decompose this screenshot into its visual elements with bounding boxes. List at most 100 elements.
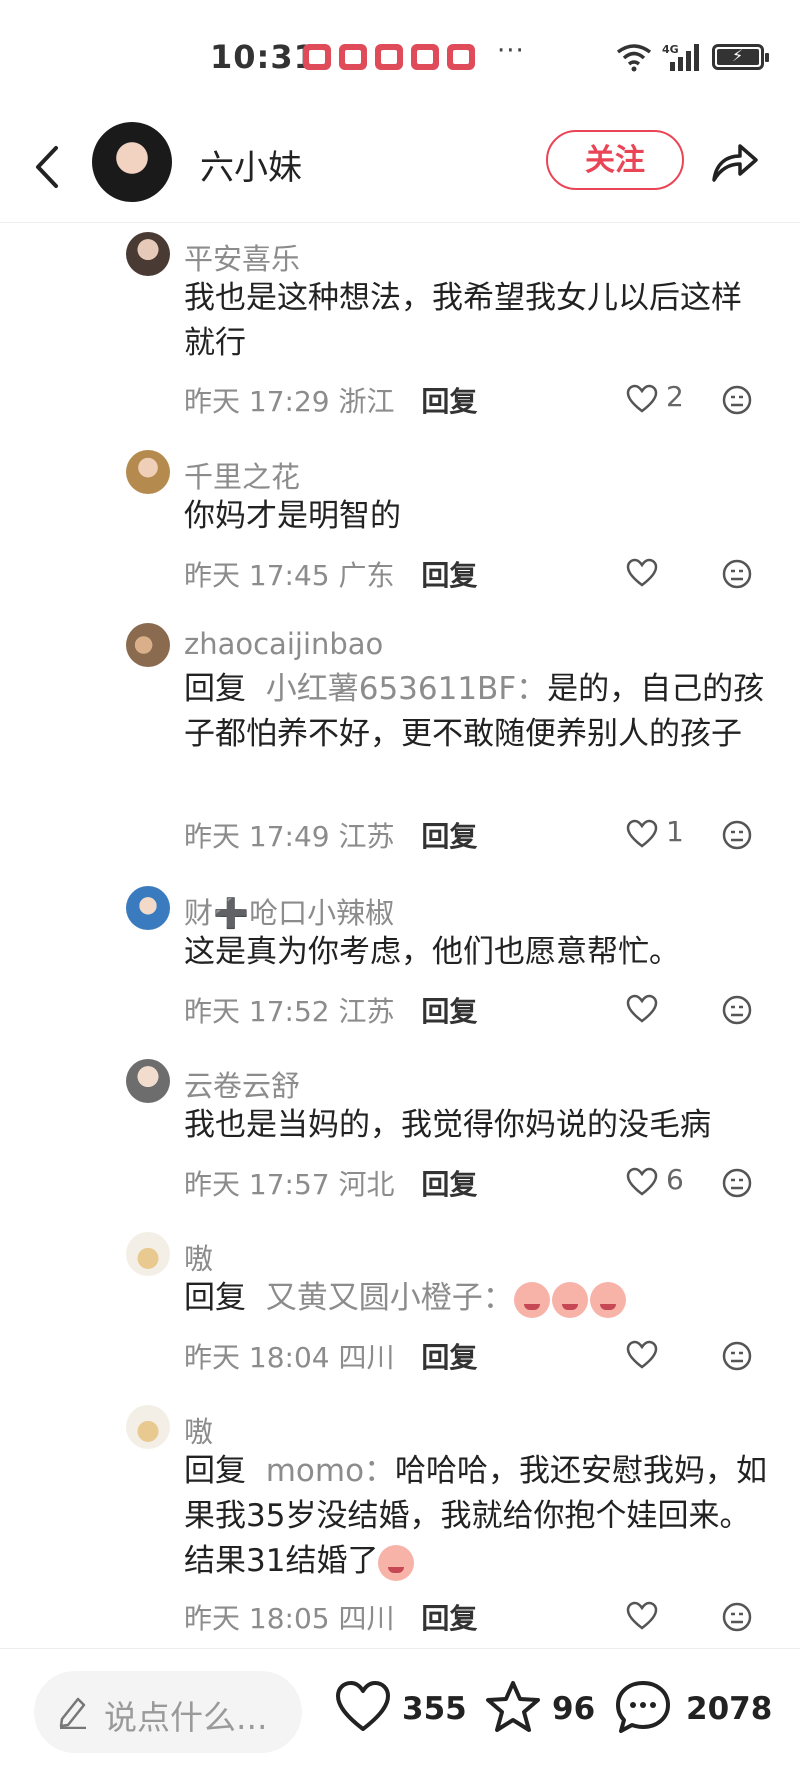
comment-text: 回复 又黄又圆小橙子： (184, 1276, 769, 1321)
heart-icon (626, 558, 658, 587)
notification-icons (303, 44, 475, 70)
comment-time: 昨天 17:29 (184, 385, 330, 418)
comment-meta: 昨天 17:49 江苏 回复 (184, 815, 477, 855)
crying-face-emoji (513, 1281, 550, 1318)
like-button[interactable]: 355 (334, 1679, 467, 1739)
reply-prefix: 回复 (184, 1453, 246, 1489)
commenter-name[interactable]: 财➕呛口小辣椒 (184, 890, 394, 932)
comment-meta: 昨天 18:04 四川 回复 (184, 1336, 477, 1376)
comment-button[interactable]: 2078 (614, 1679, 774, 1739)
comment-like-button[interactable] (626, 990, 706, 1030)
comment-text: 回复 momo：哈哈哈，我还安慰我妈，如果我35岁没结婚，我就给你抱个娃回来。结… (184, 1449, 769, 1584)
collect-count: 96 (552, 1691, 596, 1727)
comment-location: 河北 (338, 1168, 395, 1201)
comment-text: 我也是这种想法，我希望我女儿以后这样就行 (184, 280, 742, 361)
comment-text: 你妈才是明智的 (184, 498, 401, 534)
follow-button[interactable]: 关注 (546, 130, 684, 190)
comment-location: 四川 (338, 1341, 395, 1374)
comment-text: 回复 小红薯653611BF：是的，自己的孩子都怕养不好，更不敢随便养别人的孩子 (184, 667, 769, 757)
comment-like-button[interactable]: 6 (626, 1163, 706, 1203)
emoji-react-icon[interactable] (721, 1601, 753, 1633)
comment-time: 昨天 17:52 (184, 995, 330, 1028)
comment-time: 昨天 17:49 (184, 820, 330, 853)
commenter-name[interactable]: 嗷 (184, 1409, 213, 1451)
emoji-react-icon[interactable] (721, 994, 753, 1026)
star-icon (486, 1681, 540, 1732)
comment-like-button[interactable] (626, 1597, 706, 1637)
commenter-avatar[interactable] (126, 886, 170, 930)
reply-button[interactable]: 回复 (421, 1602, 477, 1635)
emoji-react-icon[interactable] (721, 558, 753, 590)
reply-target-user[interactable]: 又黄又圆小橙子： (266, 1280, 514, 1316)
collect-button[interactable]: 96 (484, 1679, 596, 1739)
comment-like-count: 1 (666, 815, 684, 848)
comment-like-count: 2 (666, 380, 684, 413)
heart-icon (336, 1681, 390, 1731)
commenter-name[interactable]: 平安喜乐 (184, 236, 300, 278)
crying-face-emoji (551, 1281, 588, 1318)
commenter-name[interactable]: 嗷 (184, 1236, 213, 1278)
pen-icon (59, 1697, 86, 1729)
commenter-avatar[interactable] (126, 232, 170, 276)
reply-button[interactable]: 回复 (421, 995, 477, 1028)
network-type-label: 4G (662, 43, 679, 56)
like-count: 355 (402, 1691, 467, 1727)
commenter-name[interactable]: 千里之花 (184, 454, 300, 496)
comment-location: 江苏 (338, 995, 395, 1028)
emoji-react-icon[interactable] (721, 1167, 753, 1199)
comment-like-count: 6 (666, 1163, 684, 1196)
comment-text: 我也是当妈的，我觉得你妈说的没毛病 (184, 1107, 711, 1143)
heart-icon (626, 1340, 658, 1369)
reply-target-user[interactable]: 小红薯653611BF： (266, 671, 547, 707)
reply-button[interactable]: 回复 (421, 559, 477, 592)
emoji-react-icon[interactable] (721, 1340, 753, 1372)
comment-like-button[interactable]: 2 (626, 380, 706, 420)
back-icon[interactable] (28, 140, 68, 194)
commenter-avatar[interactable] (126, 623, 170, 667)
comment-location: 广东 (338, 559, 395, 592)
comment-time: 昨天 17:45 (184, 559, 330, 592)
comment-time: 昨天 18:04 (184, 1341, 330, 1374)
reply-target-user[interactable]: momo： (266, 1453, 395, 1489)
comment-meta: 昨天 18:05 四川 回复 (184, 1597, 477, 1637)
share-icon[interactable] (708, 138, 760, 186)
comment-location: 江苏 (338, 820, 395, 853)
status-bar: 10:31 ··· 4G ⚡ (0, 0, 800, 110)
charging-icon: ⚡ (732, 46, 744, 65)
reply-prefix: 回复 (184, 1280, 246, 1316)
comment-meta: 昨天 17:57 河北 回复 (184, 1163, 477, 1203)
comment-location: 四川 (338, 1602, 395, 1635)
commenter-avatar[interactable] (126, 450, 170, 494)
comment-meta: 昨天 17:29 浙江 回复 (184, 380, 477, 420)
heart-icon (626, 1167, 658, 1196)
heart-icon (626, 384, 658, 413)
comment-input[interactable]: 说点什么... (34, 1671, 302, 1753)
commenter-avatar[interactable] (126, 1405, 170, 1449)
comment-text: 这是真为你考虑，他们也愿意帮忙。 (184, 934, 680, 970)
bottom-action-bar: 说点什么... 355 96 2078 (0, 1648, 800, 1779)
author-name[interactable]: 六小妹 (200, 140, 302, 189)
notification-icon (411, 44, 439, 70)
signal-icon: 4G (662, 43, 699, 71)
comment-count: 2078 (686, 1691, 773, 1727)
commenter-avatar[interactable] (126, 1059, 170, 1103)
commenter-name[interactable]: 云卷云舒 (184, 1063, 300, 1105)
emoji-react-icon[interactable] (721, 384, 753, 416)
comment-like-button[interactable] (626, 554, 706, 594)
commenter-avatar[interactable] (126, 1232, 170, 1276)
emoji-react-icon[interactable] (721, 819, 753, 851)
comment-meta: 昨天 17:52 江苏 回复 (184, 990, 477, 1030)
reply-button[interactable]: 回复 (421, 820, 477, 853)
comment-meta: 昨天 17:45 广东 回复 (184, 554, 477, 594)
reply-button[interactable]: 回复 (421, 1341, 477, 1374)
wifi-icon (616, 44, 652, 72)
notification-icon (339, 44, 367, 70)
reply-button[interactable]: 回复 (421, 1168, 477, 1201)
notification-icon (447, 44, 475, 70)
crying-face-emoji (378, 1544, 415, 1581)
reply-button[interactable]: 回复 (421, 385, 477, 418)
comment-like-button[interactable] (626, 1336, 706, 1376)
comment-like-button[interactable]: 1 (626, 815, 706, 855)
commenter-name[interactable]: zhaocaijinbao (184, 627, 383, 661)
author-avatar[interactable] (92, 122, 172, 202)
